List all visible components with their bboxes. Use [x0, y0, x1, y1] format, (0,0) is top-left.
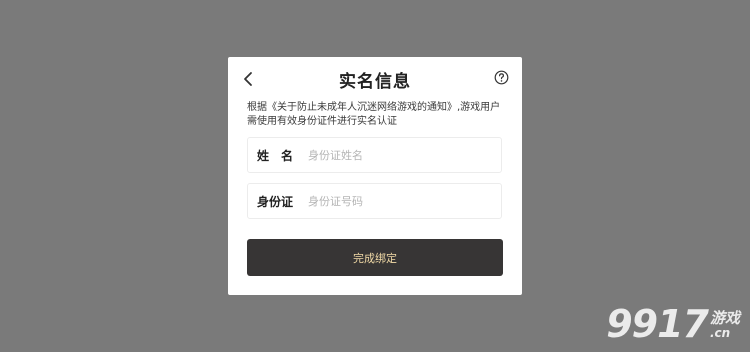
id-input[interactable]	[308, 184, 501, 218]
watermark-number: 9917	[606, 302, 709, 346]
name-label: 姓 名	[257, 148, 294, 163]
watermark-logo: 9917 游戏 .cn	[606, 302, 740, 346]
question-circle-icon	[494, 70, 509, 85]
real-name-dialog: 实名信息 根据《关于防止未成年人沉迷网络游戏的通知》,游戏用户需使用有效身份证件…	[228, 57, 522, 295]
name-input[interactable]	[308, 138, 501, 172]
watermark-text: 游戏 .cn	[710, 310, 740, 340]
name-field: 姓 名	[247, 137, 502, 173]
complete-binding-button[interactable]: 完成绑定	[247, 239, 503, 276]
real-name-notice: 根据《关于防止未成年人沉迷网络游戏的通知》,游戏用户需使用有效身份证件进行实名认…	[247, 102, 501, 127]
id-field: 身份证	[247, 183, 502, 219]
watermark-domain: .cn	[709, 326, 731, 340]
dialog-title: 实名信息	[339, 72, 411, 92]
id-label: 身份证	[257, 194, 294, 209]
watermark-chinese: 游戏	[709, 309, 740, 327]
help-button[interactable]	[494, 70, 509, 85]
